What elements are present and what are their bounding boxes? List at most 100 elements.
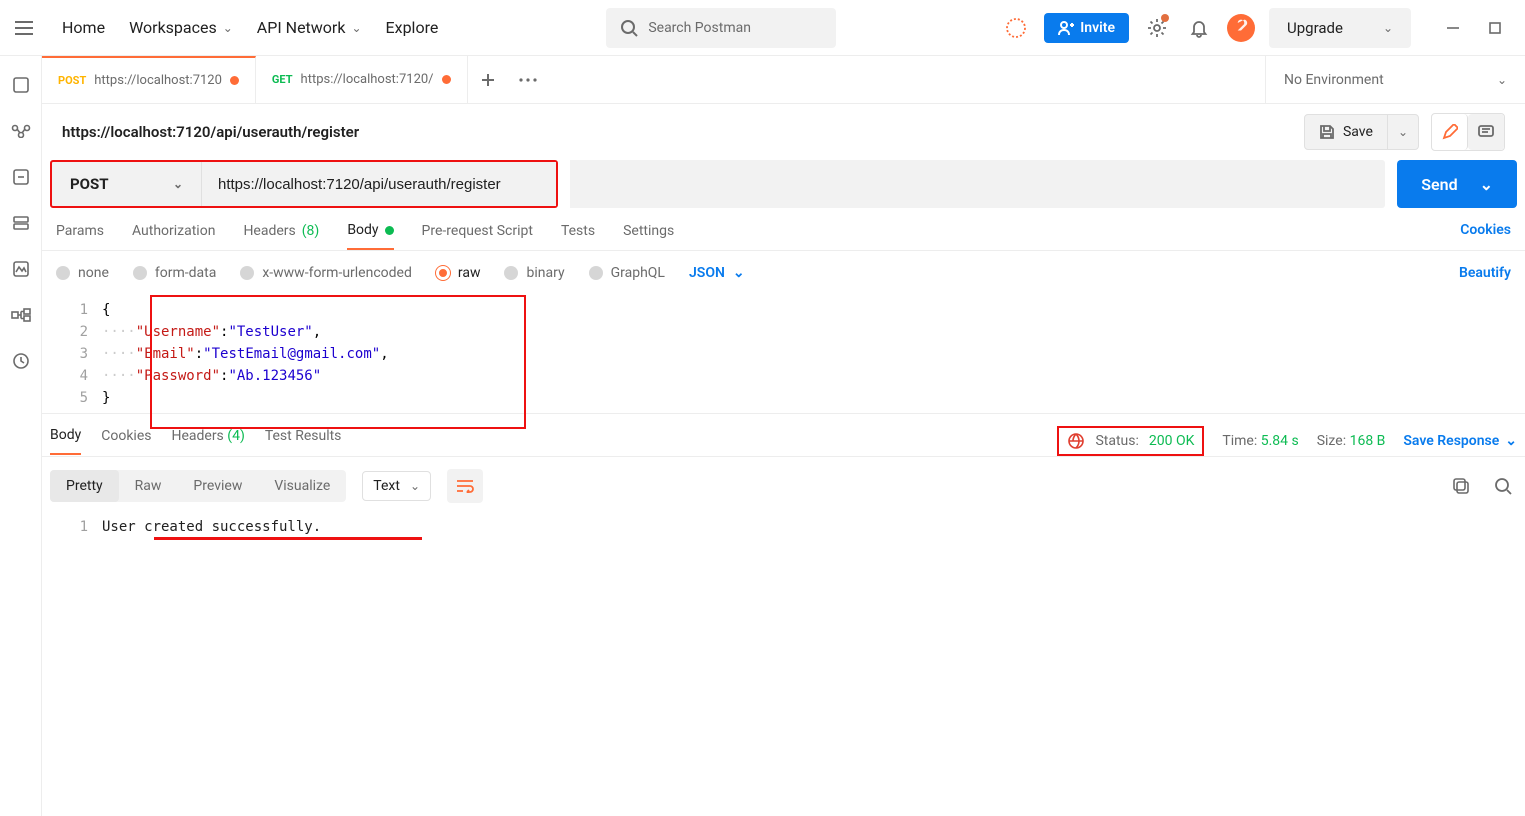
search-icon [620,19,638,37]
time-value: 5.84 s [1261,433,1299,449]
subtab-prerequest[interactable]: Pre-request Script [422,222,533,250]
dirty-dot-icon [442,75,451,84]
invite-button[interactable]: Invite [1044,13,1129,43]
globe-alert-icon [1067,432,1085,450]
copy-icon[interactable] [1447,472,1475,500]
maximize-icon[interactable] [1487,20,1503,36]
body-active-dot-icon [385,226,394,235]
request-tabs: POST https://localhost:7120 GET https://… [42,56,468,103]
subtab-tests[interactable]: Tests [561,222,595,250]
history-icon[interactable] [10,350,32,372]
request-title-row: https://localhost:7120/api/userauth/regi… [42,104,1525,160]
tab-url: https://localhost:7120/ [301,72,434,87]
save-response-button[interactable]: Save Response ⌄ [1403,433,1517,449]
resptab-body[interactable]: Body [50,427,81,455]
wrap-lines-button[interactable] [447,469,483,503]
beautify-link[interactable]: Beautify [1459,265,1511,281]
request-url-row: POST ⌄ Send ⌄ [42,160,1525,208]
chevron-down-icon: ⌄ [1383,21,1393,35]
response-tabs: Body Cookies Headers (4) Test Results St… [42,414,1525,457]
response-lang-select[interactable]: Text ⌄ [362,471,431,501]
settings-icon[interactable] [1143,14,1171,42]
subtab-body[interactable]: Body [347,222,393,250]
subtab-authorization[interactable]: Authorization [132,222,215,250]
resptab-headers-label: Headers [171,428,223,444]
response-format-row: Pretty Raw Preview Visualize Text ⌄ [42,457,1525,515]
method-url-group: POST ⌄ [50,160,558,208]
team-icon[interactable] [1002,14,1030,42]
chevron-down-icon: ⌄ [351,21,361,35]
tab-0[interactable]: POST https://localhost:7120 [42,56,256,103]
environment-select[interactable]: No Environment ⌄ [1265,56,1525,103]
search-placeholder: Search Postman [648,20,751,36]
editor-code[interactable]: { ····"Username":"TestUser", ····"Email"… [102,295,1525,409]
bodytype-formdata[interactable]: form-data [133,265,216,281]
chevron-down-icon: ⌄ [410,479,420,493]
chevron-down-icon: ⌄ [1480,175,1493,194]
bodytype-binary[interactable]: binary [504,265,564,281]
subtab-settings[interactable]: Settings [623,222,674,250]
notification-dot [1161,14,1169,22]
subtab-headers-label: Headers [243,223,295,239]
bodytype-urlencoded[interactable]: x-www-form-urlencoded [240,265,412,281]
minimize-icon[interactable] [1445,20,1461,36]
fmt-preview[interactable]: Preview [177,470,258,502]
tab-url: https://localhost:7120 [94,73,222,88]
tab-1[interactable]: GET https://localhost:7120/ [256,56,468,103]
comments-icon[interactable] [1468,114,1504,150]
new-tab-button[interactable] [468,56,508,103]
apis-icon[interactable] [10,120,32,142]
fmt-raw[interactable]: Raw [119,470,178,502]
subtab-params[interactable]: Params [56,222,104,250]
upgrade-button[interactable]: Upgrade ⌄ [1269,8,1411,48]
environment-label: No Environment [1284,72,1384,88]
search-response-icon[interactable] [1489,472,1517,500]
search-input[interactable]: Search Postman [606,8,836,48]
resptab-testresults[interactable]: Test Results [265,428,342,454]
avatar[interactable] [1227,14,1255,42]
raw-format-select[interactable]: JSON ⌄ [689,265,745,281]
subtab-body-label: Body [347,222,378,238]
save-button[interactable]: Save ⌄ [1304,114,1419,150]
resptab-headers[interactable]: Headers (4) [171,428,244,454]
chevron-down-icon: ⌄ [1398,125,1408,139]
collections-icon[interactable] [10,74,32,96]
flows-icon[interactable] [10,304,32,326]
bell-icon[interactable] [1185,14,1213,42]
menu-icon[interactable] [12,16,36,40]
bodytype-raw[interactable]: raw [436,265,481,281]
response-body: 1 User created successfully. [42,515,1525,539]
tab-overflow-button[interactable] [508,56,548,103]
nav-api-network[interactable]: API Network ⌄ [257,18,362,37]
method-label: POST [70,175,109,193]
send-button[interactable]: Send ⌄ [1397,160,1517,208]
method-select[interactable]: POST ⌄ [52,162,202,206]
bodytype-none[interactable]: none [56,265,109,281]
body-editor[interactable]: 12345 { ····"Username":"TestUser", ····"… [42,295,1525,409]
cookies-link[interactable]: Cookies [1460,222,1511,238]
response-lang-label: Text [373,478,400,494]
nav-explore[interactable]: Explore [386,18,439,37]
environments-icon[interactable] [10,166,32,188]
chevron-down-icon: ⌄ [1505,433,1517,449]
subtab-headers[interactable]: Headers (8) [243,222,319,250]
edit-icon[interactable] [1432,114,1468,150]
nav-workspaces[interactable]: Workspaces ⌄ [129,18,233,37]
monitors-icon[interactable] [10,258,32,280]
resptab-cookies[interactable]: Cookies [101,428,151,454]
mock-servers-icon[interactable] [10,212,32,234]
dirty-dot-icon [230,76,239,85]
fmt-visualize[interactable]: Visualize [258,470,346,502]
highlight-underline [154,537,422,540]
upgrade-label: Upgrade [1287,19,1343,37]
left-rail [0,56,42,816]
bodytype-graphql[interactable]: GraphQL [589,265,665,281]
nav-home[interactable]: Home [62,18,105,37]
nav-api-network-label: API Network [257,18,346,37]
status-label: Status: [1095,433,1138,449]
url-input[interactable] [202,162,556,206]
chevron-down-icon: ⌄ [733,265,745,281]
status-highlight: Status: 200 OK [1057,426,1204,456]
fmt-pretty[interactable]: Pretty [50,470,119,502]
nav-workspaces-label: Workspaces [129,18,217,37]
